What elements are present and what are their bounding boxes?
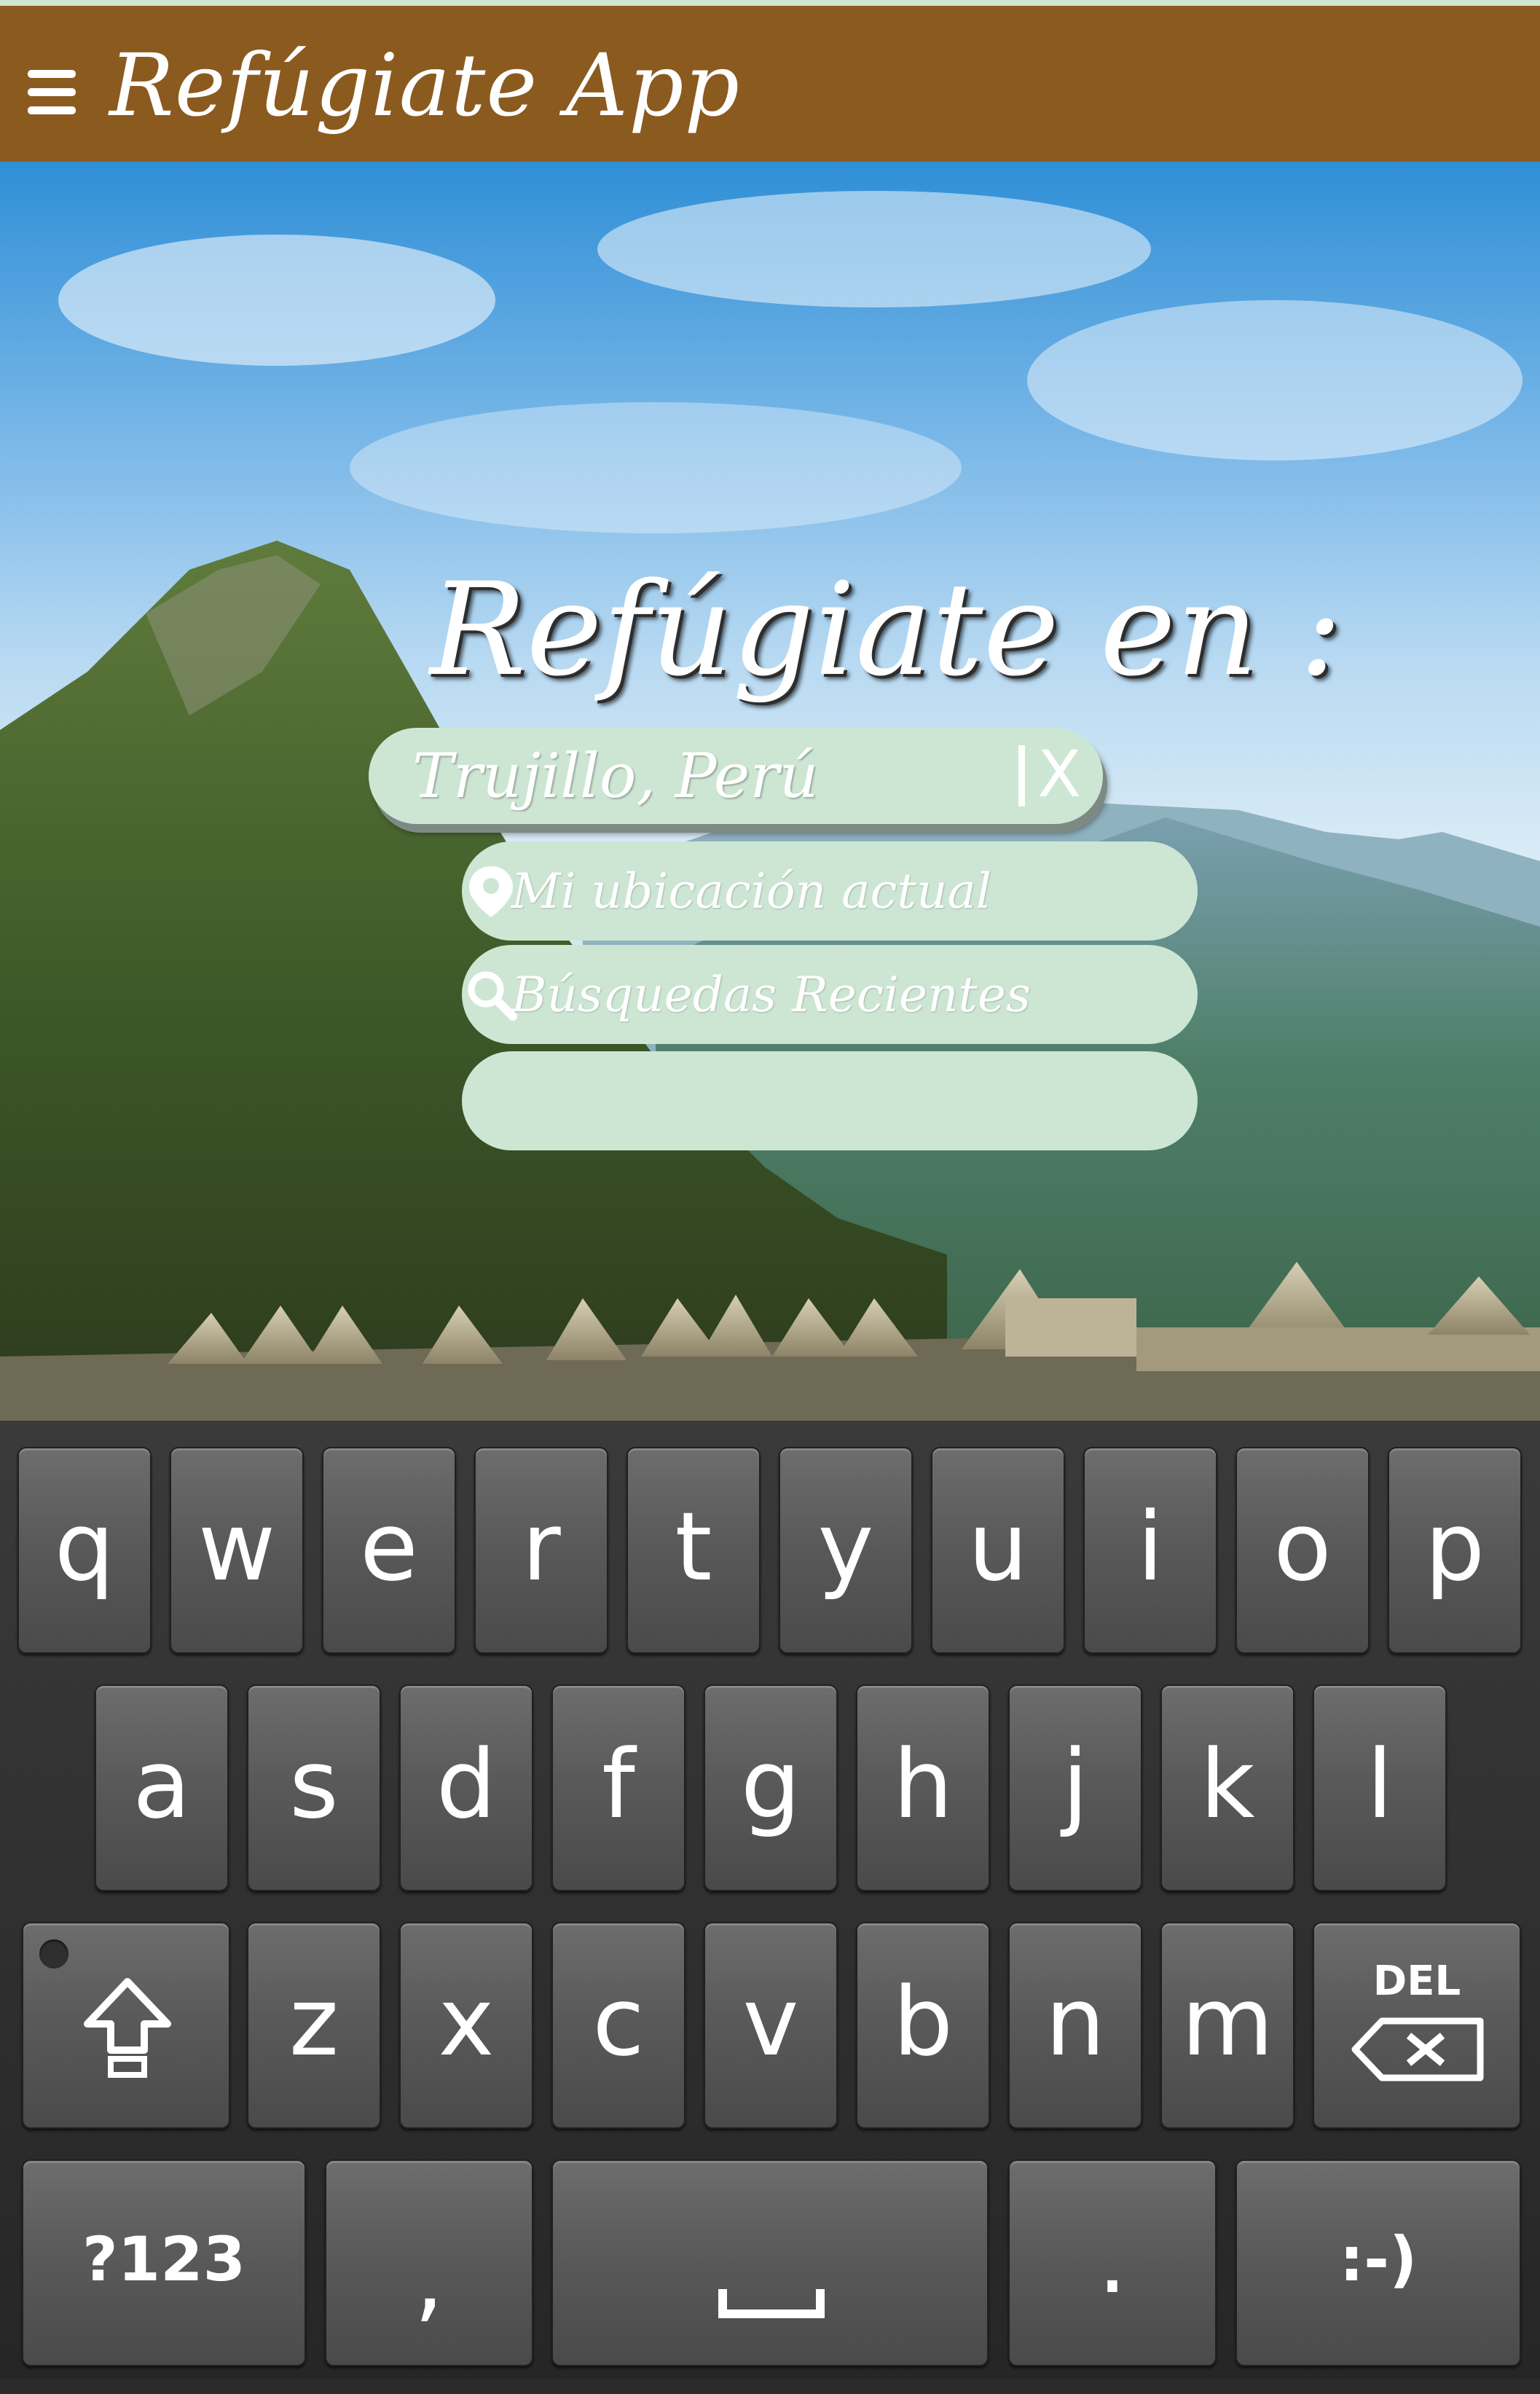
key-k[interactable]: k [1160,1684,1295,1891]
clear-input-button[interactable]: X [1037,737,1081,812]
current-location-option[interactable]: Mi ubicación actual [462,841,1198,941]
key-d[interactable]: d [399,1684,533,1891]
delete-label: DEL [1372,1958,1461,2005]
space-key[interactable] [551,2159,989,2366]
key-s[interactable]: s [247,1684,381,1891]
key-p[interactable]: p [1388,1447,1522,1654]
period-key[interactable]: . [1008,2159,1217,2366]
recent-searches-option[interactable]: Búsquedas Recientes [462,945,1198,1044]
key-b[interactable]: b [856,1922,990,2129]
key-f[interactable]: f [551,1684,685,1891]
top-edge [0,0,1540,6]
key-j[interactable]: j [1008,1684,1142,1891]
key-x[interactable]: x [399,1922,533,2129]
key-q[interactable]: q [17,1447,152,1654]
delete-key[interactable]: DEL [1313,1922,1521,2129]
shift-arrow-icon [84,1978,171,2078]
key-t[interactable]: t [626,1447,761,1654]
emoticon-key[interactable]: :-) [1235,2159,1521,2366]
background-image: Refúgiate en : X Mi ubicación actual Bús… [0,162,1540,1421]
hamburger-menu-icon[interactable] [28,70,76,115]
location-pin-icon [469,866,513,917]
key-g[interactable]: g [704,1684,838,1891]
comma-key[interactable]: , [325,2159,533,2366]
key-z[interactable]: z [247,1922,381,2129]
key-v[interactable]: v [704,1922,838,2129]
location-search-field[interactable]: X [369,728,1103,824]
key-h[interactable]: h [856,1684,990,1891]
backspace-icon [1351,2017,1484,2081]
key-a[interactable]: a [95,1684,229,1891]
app-header: Refúgiate App [0,6,1540,162]
key-n[interactable]: n [1008,1922,1142,2129]
key-y[interactable]: y [779,1447,913,1654]
key-w[interactable]: w [170,1447,304,1654]
key-u[interactable]: u [931,1447,1065,1654]
key-c[interactable]: c [551,1922,685,2129]
space-bar-icon [718,2289,825,2318]
app-title: Refúgiate App [109,35,741,136]
key-e[interactable]: e [322,1447,456,1654]
key-r[interactable]: r [474,1447,608,1654]
current-location-label: Mi ubicación actual [511,863,991,919]
empty-option[interactable] [462,1051,1198,1150]
soft-keyboard: q w e r t y u i o p a s d f g h j k l z … [0,1421,1540,2379]
key-m[interactable]: m [1160,1922,1295,2129]
symbols-key[interactable]: ?123 [22,2159,306,2366]
recent-searches-label: Búsquedas Recientes [511,966,1031,1023]
key-i[interactable]: i [1083,1447,1217,1654]
search-heading: Refúgiate en : [430,555,1343,705]
text-cursor [1018,745,1025,806]
key-o[interactable]: o [1235,1447,1370,1654]
shift-key[interactable] [22,1922,230,2129]
location-search-input[interactable] [411,739,989,812]
key-l[interactable]: l [1313,1684,1447,1891]
shift-lock-indicator [39,1939,68,1969]
search-icon [468,971,517,1021]
